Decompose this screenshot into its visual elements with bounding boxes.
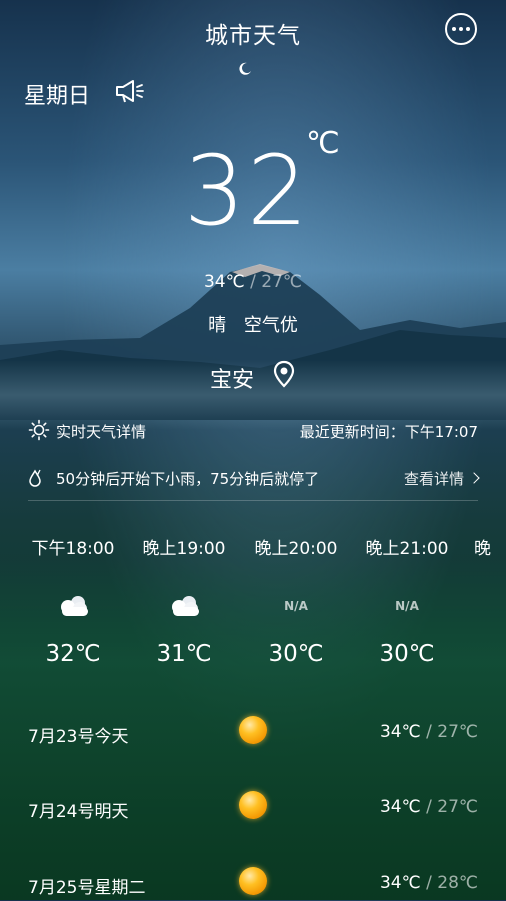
hourly-time: 下午18:00 [31, 539, 115, 559]
page-title: 城市天气 [205, 23, 301, 49]
moon-icon [239, 62, 251, 75]
range-separator: / [244, 272, 262, 292]
realtime-details-label: 实时天气详情 [56, 423, 147, 441]
speaker-icon[interactable] [114, 78, 144, 104]
chevron-right-icon [468, 472, 480, 484]
daily-high: 34℃ [379, 873, 421, 893]
divider [28, 500, 478, 501]
hourly-temperature: 30℃ [268, 641, 324, 667]
hourly-time: 晚上20:00 [254, 539, 338, 559]
daily-forecast-row[interactable]: 7月24号明天 34℃ / 27℃ [28, 791, 478, 825]
location-name[interactable]: 宝安 [210, 362, 254, 394]
hourly-temperature: 32℃ [45, 641, 101, 667]
high-temperature: 34℃ [203, 272, 245, 292]
hourly-item: 晚上21:00 N/A 30℃ [357, 534, 457, 667]
sun-ball-icon [239, 791, 267, 819]
daily-high: 34℃ [379, 722, 421, 742]
sun-ball-icon [239, 716, 267, 744]
raindrop-icon [29, 469, 41, 487]
cloud-icon [172, 596, 199, 616]
more-dot-icon [466, 27, 470, 31]
hourly-item-partial: 晚 [474, 534, 506, 559]
weekday-label: 星期日 [24, 84, 91, 109]
location-pin-icon[interactable] [271, 360, 297, 388]
daily-low: 27℃ [437, 797, 478, 817]
realtime-info-row[interactable]: 实时天气详情 最近更新时间：下午17:07 [28, 419, 478, 445]
daily-date: 7月25号星期二 [28, 878, 146, 898]
daily-date: 7月23号今天 [28, 727, 129, 747]
view-details-label: 查看详情 [403, 470, 464, 488]
not-available-icon: N/A [395, 599, 419, 613]
last-updated-time: 最近更新时间：下午17:07 [299, 423, 478, 441]
temperature-range: 34℃ / 27℃ [0, 272, 506, 292]
low-temperature: 27℃ [261, 272, 302, 292]
hourly-time: 晚上19:00 [142, 539, 226, 559]
hourly-item: 晚上19:00 31℃ [134, 534, 234, 667]
daily-forecast-row[interactable]: 7月25号星期二 34℃ / 28℃ [28, 867, 478, 901]
hourly-time: 晚 [474, 539, 491, 559]
weather-condition: 晴 [208, 315, 227, 336]
hourly-temperature: 31℃ [156, 641, 212, 667]
daily-low: 28℃ [437, 873, 478, 893]
hourly-temperature: 30℃ [379, 641, 435, 667]
air-quality: 空气优 [243, 315, 298, 336]
daily-temperature: 34℃ / 28℃ [379, 873, 478, 893]
weather-condition-row: 晴 空气优 [0, 311, 506, 337]
rain-forecast-text: 50分钟后开始下小雨，75分钟后就停了 [56, 470, 320, 488]
hourly-item: 下午18:00 32℃ [23, 534, 123, 667]
daily-temperature: 34℃ / 27℃ [379, 797, 478, 817]
daily-temperature: 34℃ / 27℃ [379, 722, 478, 742]
more-dot-icon [452, 27, 456, 31]
daily-date: 7月24号明天 [28, 802, 129, 822]
view-details-link[interactable]: 查看详情 [403, 468, 480, 489]
more-dot-icon [459, 27, 463, 31]
hourly-item: 晚上20:00 N/A 30℃ [246, 534, 346, 667]
daily-high: 34℃ [379, 797, 421, 817]
daily-low: 27℃ [437, 722, 478, 742]
more-options-button[interactable] [445, 13, 477, 45]
temperature-unit: ℃ [306, 126, 340, 161]
sun-ball-icon [239, 867, 267, 895]
current-temperature: 32 [183, 135, 311, 247]
not-available-icon: N/A [284, 599, 308, 613]
sun-outline-icon [28, 419, 50, 441]
cloud-icon [61, 596, 88, 616]
hourly-time: 晚上21:00 [365, 539, 449, 559]
daily-forecast-row[interactable]: 7月23号今天 34℃ / 27℃ [28, 716, 478, 750]
rain-alert-row[interactable]: 50分钟后开始下小雨，75分钟后就停了 查看详情 [28, 466, 480, 492]
